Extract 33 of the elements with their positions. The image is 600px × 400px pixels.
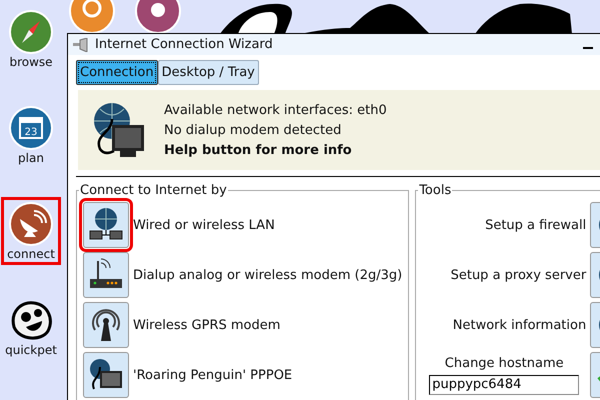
desktop-icon-label: browse (9, 55, 53, 69)
hostname-label: Change hostname (444, 356, 564, 370)
connection-label: 'Roaring Penguin' PPPOE (133, 368, 292, 382)
desktop-icon-label: plan (18, 151, 44, 165)
tool-label: Setup a firewall (484, 218, 586, 232)
connection-button[interactable] (83, 252, 129, 298)
calendar-icon: 23 (8, 105, 54, 151)
desktop-icon[interactable]: connect (1, 197, 61, 265)
connection-button[interactable] (83, 352, 129, 398)
frame-title: Connect to Internet by (79, 183, 228, 198)
connection-label: Dialup analog or wireless modem (2g/3g) (133, 268, 402, 282)
help-hint: Help button for more info (164, 142, 353, 158)
window-title: Internet Connection Wizard (95, 37, 273, 52)
desktop-icon[interactable]: browse (1, 5, 61, 73)
compass-icon (8, 9, 54, 55)
tab[interactable]: Connection (76, 60, 158, 85)
connection-label: Wireless GPRS modem (133, 318, 280, 332)
satellite-dish-icon (8, 201, 54, 247)
frame-title: Tools (418, 183, 452, 198)
info-text: No dialup modem detected (164, 122, 342, 138)
plug-icon (73, 38, 89, 52)
desktop-icon[interactable]: quickpet (1, 293, 61, 361)
desktop-icon-label: quickpet (5, 343, 57, 357)
desktop-icon-label: connect (7, 247, 55, 261)
info-text: Available network interfaces: eth0 (164, 102, 387, 118)
connection-label: Wired or wireless LAN (133, 218, 275, 232)
desktop-icon[interactable]: 23 plan (1, 101, 61, 169)
app-icon[interactable] (135, 0, 181, 34)
hostname-field[interactable]: puppypc6484 (429, 374, 580, 394)
tool-label: Network information (452, 318, 586, 332)
connection-button[interactable] (83, 302, 129, 348)
tool-label: Setup a proxy server (450, 268, 586, 282)
tab[interactable]: Desktop / Tray (158, 60, 259, 85)
